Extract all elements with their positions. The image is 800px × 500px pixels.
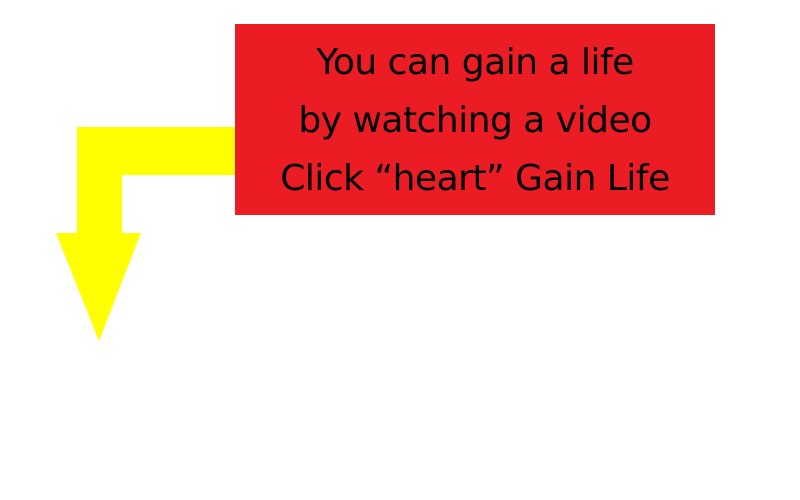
callout-line-2: by watching a video <box>298 99 652 141</box>
tutorial-overlay: You can gain a life by watching a video … <box>0 0 800 500</box>
callout-line-1: You can gain a life <box>316 41 634 83</box>
tutorial-callout: You can gain a life by watching a video … <box>235 24 715 215</box>
callout-line-3: Click “heart” Gain Life <box>280 157 670 199</box>
